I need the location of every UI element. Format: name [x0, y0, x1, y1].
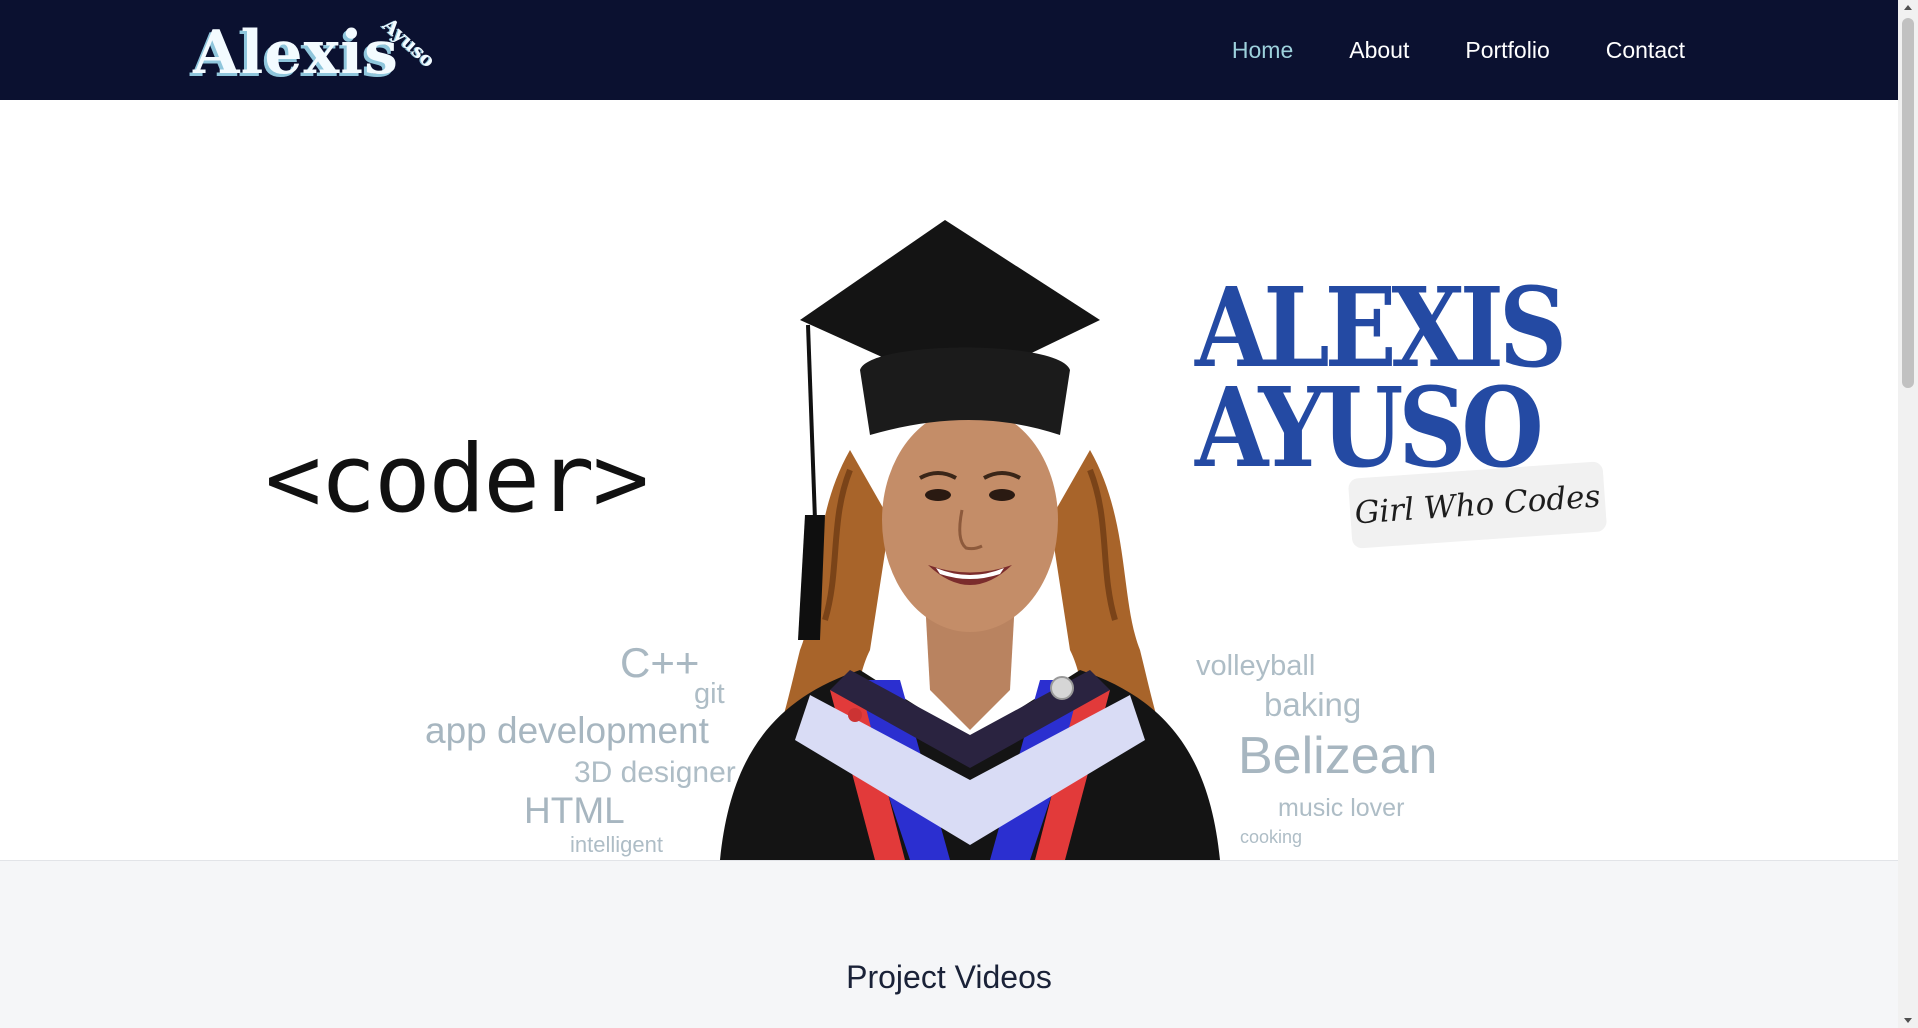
section-title: Project Videos	[846, 959, 1052, 995]
word-cloud-item: intelligent	[570, 832, 663, 857]
project-videos-section: Project Videos	[0, 860, 1898, 1028]
word-cloud-item: C++	[620, 639, 700, 686]
main-nav: Home About Portfolio Contact	[1232, 0, 1685, 100]
navbar: Alexis Ayuso Home About Portfolio Contac…	[0, 0, 1898, 100]
hero-banner: <coder> C++ git app development 3D desig…	[0, 100, 1898, 860]
coder-text: <coder>	[265, 425, 649, 534]
word-cloud-item: app development	[425, 710, 709, 751]
page-scrollbar[interactable]	[1898, 0, 1918, 1028]
scroll-down-arrow-icon[interactable]	[1898, 1012, 1918, 1028]
hero-name-line2: AYUSO	[1195, 363, 1544, 492]
logo-main-text: Alexis	[193, 18, 399, 88]
nav-link-portfolio[interactable]: Portfolio	[1465, 37, 1549, 64]
word-cloud-item: baking	[1264, 686, 1362, 723]
scroll-up-arrow-icon[interactable]	[1898, 0, 1918, 16]
word-cloud-item: HTML	[524, 790, 625, 831]
word-cloud-item: cooking	[1240, 827, 1303, 847]
hero-name-heading: ALEXIS AYUSO	[1195, 273, 1567, 492]
tagline-text: Girl Who Codes	[1353, 478, 1602, 532]
nav-link-home[interactable]: Home	[1232, 37, 1293, 64]
nav-link-about[interactable]: About	[1349, 37, 1409, 64]
page: Alexis Ayuso Home About Portfolio Contac…	[0, 0, 1898, 1028]
scrollbar-thumb[interactable]	[1902, 18, 1914, 388]
nav-link-contact[interactable]: Contact	[1606, 37, 1685, 64]
word-cloud-item: music lover	[1278, 794, 1405, 822]
word-cloud-item: Belizean	[1238, 727, 1438, 785]
graduate-portrait-image	[720, 220, 1220, 860]
site-logo[interactable]: Alexis Ayuso	[193, 12, 453, 92]
